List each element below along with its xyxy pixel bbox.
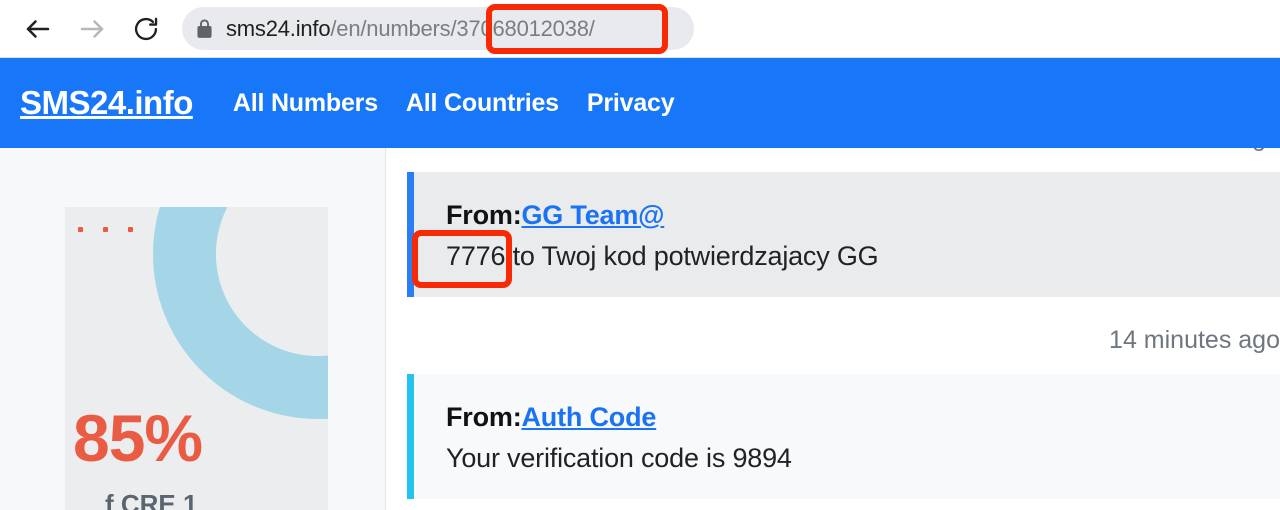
message-body: Your verification code is 9894	[446, 443, 792, 473]
site-navbar: SMS24.info All Numbers All Countries Pri…	[0, 58, 1280, 148]
reload-icon	[132, 15, 160, 43]
nav-link-all-numbers[interactable]: All Numbers	[233, 89, 378, 118]
ad-dots	[78, 227, 133, 232]
address-bar-url: sms24.info/en/numbers/37068012038/	[226, 7, 595, 50]
url-domain: sms24.info	[226, 16, 331, 41]
message-sender-link[interactable]: GG Team@	[522, 200, 665, 230]
message-card[interactable]: From:GG Team@ 7776 to Twoj kod potwierdz…	[407, 172, 1280, 297]
address-bar[interactable]: sms24.info/en/numbers/37068012038/	[182, 7, 694, 50]
sidebar-ad-banner[interactable]: 85% f CRE 1	[65, 207, 328, 510]
message-sender-link[interactable]: Auth Code	[522, 402, 657, 432]
nav-link-all-countries[interactable]: All Countries	[406, 89, 559, 118]
message-timestamp: 14 minutes ago	[1109, 326, 1280, 354]
nav-link-privacy[interactable]: Privacy	[587, 89, 675, 118]
ad-dot-icon	[128, 227, 133, 232]
browser-toolbar: sms24.info/en/numbers/37068012038/	[0, 0, 1280, 58]
browser-window: sms24.info/en/numbers/37068012038/ SMS24…	[0, 0, 1280, 510]
site-logo[interactable]: SMS24.info	[20, 84, 193, 122]
messages-list: 14 minutes ago From:GG Team@ 7776 to Two…	[386, 148, 1280, 510]
message-from-label: From:	[446, 200, 522, 230]
ad-percent-value: 85%	[73, 401, 203, 475]
arrow-left-icon	[23, 14, 53, 44]
message-timestamp: 14 minutes ago	[386, 148, 1280, 153]
page-body: 85% f CRE 1 14 minutes ago From:GG Team@…	[0, 148, 1280, 510]
message-body: 7776 to Twoj kod potwierdzajacy GG	[446, 241, 879, 271]
ad-dot-icon	[103, 227, 108, 232]
forward-button	[66, 3, 118, 55]
message-card[interactable]: From:Auth Code Your verification code is…	[407, 374, 1280, 499]
back-button[interactable]	[12, 3, 64, 55]
url-path: /en/numbers/37068012038/	[330, 16, 595, 41]
reload-button[interactable]	[120, 3, 172, 55]
ad-subtitle: f CRE 1	[105, 489, 198, 510]
message-from-line: From:Auth Code	[446, 400, 1280, 434]
ad-dot-icon	[78, 227, 83, 232]
lock-icon[interactable]	[182, 7, 226, 50]
sidebar: 85% f CRE 1	[0, 148, 385, 510]
site-nav-links: All Numbers All Countries Privacy	[233, 89, 703, 118]
message-from-label: From:	[446, 402, 522, 432]
arrow-right-icon	[77, 14, 107, 44]
message-from-line: From:GG Team@	[446, 198, 1280, 232]
